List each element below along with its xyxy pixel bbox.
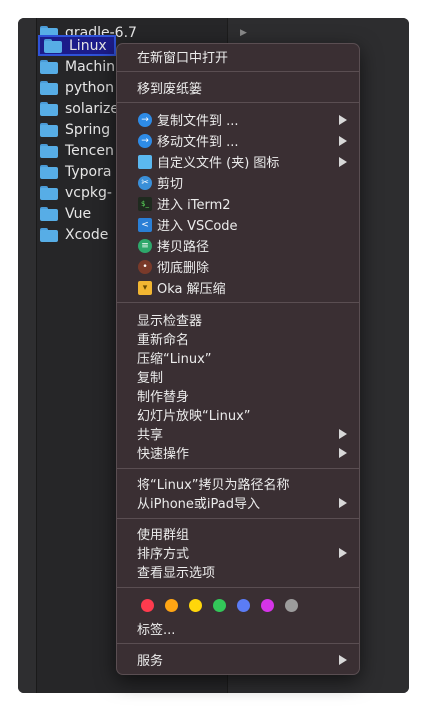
menu-item-oka-unzip[interactable]: ▾ Oka 解压缩 [117,277,359,298]
menu-separator [117,102,359,103]
menu-item-copy-to[interactable]: → 复制文件到 ... [117,109,359,130]
file-name: Xcode [65,226,109,243]
folder-icon [40,185,58,200]
file-name: Spring [65,121,111,138]
file-name: vcpkg- [65,184,112,201]
menu-item-get-info[interactable]: 显示检查器 [117,309,359,330]
menu-item-open-iterm[interactable]: $_ 进入 iTerm2 [117,193,359,214]
submenu-arrow-icon [339,497,347,508]
file-name: Linux [69,37,107,54]
menu-separator [117,468,359,469]
menu-item-open-vscode[interactable]: < 进入 VSCode [117,214,359,235]
submenu-arrow-icon [339,428,347,439]
menu-item-open-new-window[interactable]: 在新窗口中打开 [117,46,359,67]
menu-item-make-alias[interactable]: 制作替身 [117,385,359,406]
tag-red[interactable] [141,599,154,612]
tag-orange[interactable] [165,599,178,612]
folder-icon [44,38,62,53]
scissors-icon: ✂ [138,175,152,190]
menu-item-sort-by[interactable]: 排序方式 [117,542,359,563]
file-name: python [65,79,114,96]
copy-file-icon: → [138,112,152,127]
folder-icon [40,122,58,137]
tag-blue[interactable] [237,599,250,612]
iterm-icon: $_ [138,196,152,211]
tag-yellow[interactable] [189,599,202,612]
submenu-arrow-icon [339,156,347,167]
folder-icon [40,59,58,74]
menu-item-delete-permanently[interactable]: • 彻底删除 [117,256,359,277]
menu-item-copy-as-pathname[interactable]: 将“Linux”拷贝为路径名称 [117,473,359,494]
delete-icon: • [138,259,152,274]
menu-item-services[interactable]: 服务 [117,649,359,670]
finder-sidebar [18,18,37,693]
folder-icon [40,164,58,179]
context-menu: 在新窗口中打开 移到废纸篓 → 复制文件到 ... → 移动文件到 ... 自定… [116,43,360,675]
custom-folder-icon [138,154,152,169]
menu-item-slideshow[interactable]: 幻灯片放映“Linux” [117,404,359,425]
submenu-arrow-icon [339,547,347,558]
menu-item-use-groups[interactable]: 使用群组 [117,523,359,544]
menu-item-tags[interactable]: 标签... [117,618,359,639]
menu-item-move-to[interactable]: → 移动文件到 ... [117,130,359,151]
file-name: solarize [65,100,119,117]
menu-item-cut[interactable]: ✂ 剪切 [117,172,359,193]
menu-separator [117,643,359,644]
folder-icon [40,101,58,116]
file-name: Vue [65,205,92,222]
menu-item-import-from-iphone[interactable]: 从iPhone或iPad导入 [117,492,359,513]
vscode-icon: < [138,217,152,232]
menu-item-copy-path[interactable]: ≡ 拷贝路径 [117,235,359,256]
submenu-arrow-icon [339,447,347,458]
archive-icon: ▾ [138,280,152,295]
menu-item-custom-icon[interactable]: 自定义文件 (夹) 图标 [117,151,359,172]
submenu-arrow-icon [339,654,347,665]
tag-gray[interactable] [285,599,298,612]
expand-arrow-icon: ▶ [240,27,247,38]
tag-green[interactable] [213,599,226,612]
menu-item-rename[interactable]: 重新命名 [117,328,359,349]
file-name: Machin [65,58,115,75]
menu-item-duplicate[interactable]: 复制 [117,366,359,387]
move-file-icon: → [138,133,152,148]
menu-item-compress[interactable]: 压缩“Linux” [117,347,359,368]
menu-item-show-view-options[interactable]: 查看显示选项 [117,561,359,582]
menu-item-move-to-trash[interactable]: 移到废纸篓 [117,77,359,98]
folder-icon [40,227,58,242]
submenu-arrow-icon [339,114,347,125]
menu-separator [117,71,359,72]
file-row-linux[interactable]: Linux [38,35,116,56]
folder-icon [40,206,58,221]
file-name: Typora [65,163,112,180]
tag-purple[interactable] [261,599,274,612]
menu-separator [117,302,359,303]
folder-icon [40,143,58,158]
menu-item-share[interactable]: 共享 [117,423,359,444]
folder-icon [40,80,58,95]
menu-item-quick-actions[interactable]: 快速操作 [117,442,359,463]
submenu-arrow-icon [339,135,347,146]
copy-path-icon: ≡ [138,238,152,253]
file-name: Tencen [65,142,114,159]
tag-colors [141,599,309,612]
menu-separator [117,518,359,519]
menu-separator [117,587,359,588]
